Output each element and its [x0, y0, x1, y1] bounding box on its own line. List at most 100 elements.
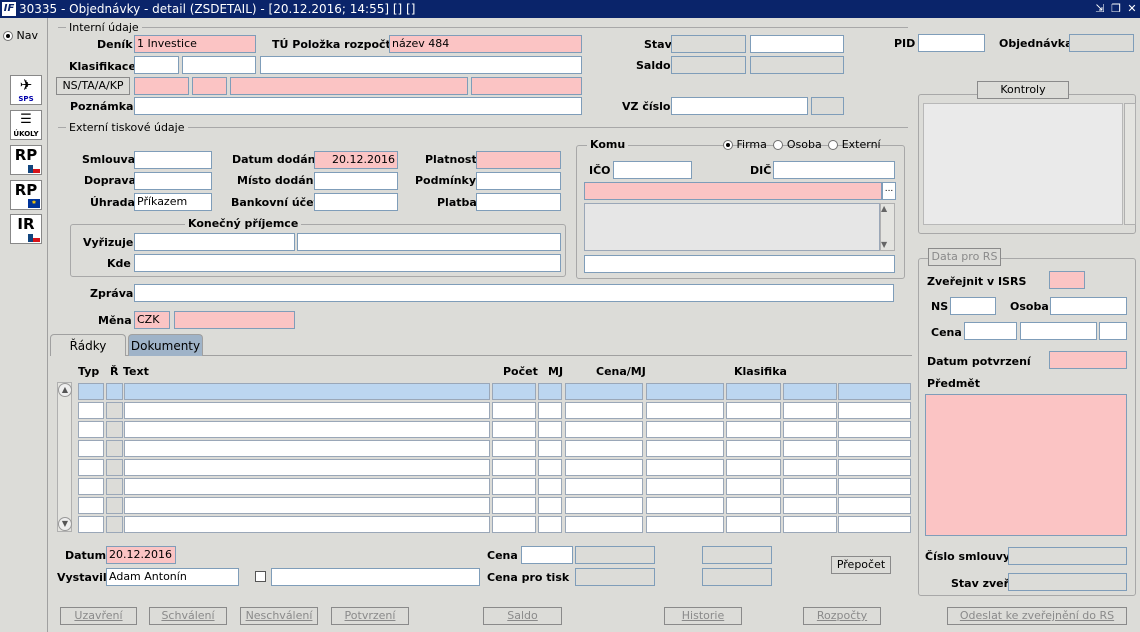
- table-row-cell[interactable]: [565, 402, 643, 419]
- adresa-textarea[interactable]: [584, 203, 880, 251]
- table-row-cell[interactable]: [646, 497, 724, 514]
- help-icon[interactable]: ⇲: [1093, 2, 1107, 16]
- klasifikace-field-2[interactable]: [182, 56, 256, 74]
- osoba-radio[interactable]: [773, 140, 784, 150]
- table-row-cell[interactable]: [124, 402, 490, 419]
- rs-cena-field-3[interactable]: [1099, 322, 1127, 340]
- table-row-cell[interactable]: [538, 478, 562, 495]
- table-row-selected-cell[interactable]: [726, 383, 781, 400]
- table-row-selected-cell[interactable]: [106, 383, 123, 400]
- smlouva-field[interactable]: [134, 151, 212, 169]
- firma-radio[interactable]: [723, 140, 733, 150]
- rozpocty-button[interactable]: Rozpočty: [803, 607, 881, 625]
- pid-field[interactable]: [918, 34, 985, 52]
- table-row-cell[interactable]: [726, 516, 781, 533]
- zverejnit-field[interactable]: [1049, 271, 1085, 289]
- stav-field-2[interactable]: [750, 35, 844, 53]
- mena-field[interactable]: CZK: [134, 311, 170, 329]
- table-row-cell[interactable]: [492, 497, 536, 514]
- table-row-cell[interactable]: [783, 478, 837, 495]
- saldo-button[interactable]: Saldo: [483, 607, 562, 625]
- rp-eu-flag-icon[interactable]: RP ✱: [10, 180, 42, 210]
- ukoly-checklist-icon[interactable]: ☰ ÚKOLY: [10, 110, 42, 140]
- table-row-cell[interactable]: [106, 516, 123, 533]
- table-row-cell[interactable]: [565, 516, 643, 533]
- table-row-cell[interactable]: [565, 440, 643, 457]
- table-row-cell[interactable]: [492, 459, 536, 476]
- close-icon[interactable]: ✕: [1125, 2, 1139, 16]
- table-row-cell[interactable]: [783, 402, 837, 419]
- poznamka-field[interactable]: [134, 97, 582, 115]
- table-row-cell[interactable]: [124, 516, 490, 533]
- table-row-cell[interactable]: [726, 459, 781, 476]
- table-row-cell[interactable]: [492, 440, 536, 457]
- vyrizuje-field-1[interactable]: [134, 233, 295, 251]
- table-row-cell[interactable]: [124, 478, 490, 495]
- table-row-cell[interactable]: [124, 459, 490, 476]
- table-row-cell[interactable]: [565, 478, 643, 495]
- table-row-cell[interactable]: [838, 516, 911, 533]
- table-row-cell[interactable]: [106, 497, 123, 514]
- table-row-cell[interactable]: [538, 497, 562, 514]
- sps-plane-icon[interactable]: ✈ SPS: [10, 75, 42, 105]
- datum-field[interactable]: 20.12.2016: [106, 546, 176, 564]
- table-row-cell[interactable]: [78, 440, 104, 457]
- table-row-cell[interactable]: [646, 440, 724, 457]
- table-row-cell[interactable]: [78, 402, 104, 419]
- nav-toggle[interactable]: Nav: [3, 29, 38, 42]
- table-scrollbar[interactable]: [57, 382, 72, 532]
- table-row-cell[interactable]: [538, 440, 562, 457]
- vystavil-checkbox[interactable]: [255, 571, 266, 582]
- kontroly-scrollbar[interactable]: [1124, 103, 1136, 225]
- uhrada-field[interactable]: Příkazem: [134, 193, 212, 211]
- table-row-cell[interactable]: [646, 402, 724, 419]
- kontroly-button[interactable]: Kontroly: [977, 81, 1069, 99]
- tab-radky[interactable]: Řádky: [50, 334, 126, 356]
- table-row-cell[interactable]: [492, 516, 536, 533]
- vystavil-field[interactable]: Adam Antonín: [106, 568, 239, 586]
- table-row-cell[interactable]: [538, 516, 562, 533]
- table-row-cell[interactable]: [492, 478, 536, 495]
- table-row-cell[interactable]: [565, 497, 643, 514]
- ta-field[interactable]: [192, 77, 227, 95]
- table-row-cell[interactable]: [78, 516, 104, 533]
- table-row-cell[interactable]: [646, 478, 724, 495]
- tab-dokumenty[interactable]: Dokumenty: [128, 334, 203, 356]
- table-row-cell[interactable]: [783, 459, 837, 476]
- misto-dodani-field[interactable]: [314, 172, 398, 190]
- vyrizuje-field-2[interactable]: [297, 233, 561, 251]
- schvaleni-button[interactable]: Schválení: [149, 607, 227, 625]
- table-row-cell[interactable]: [783, 516, 837, 533]
- rs-cena-field-2[interactable]: [1020, 322, 1097, 340]
- table-row-cell[interactable]: [124, 497, 490, 514]
- ns-ta-a-kp-button[interactable]: NS/TA/A/KP: [56, 77, 130, 95]
- table-row-selected-cell[interactable]: [124, 383, 490, 400]
- table-row-cell[interactable]: [646, 459, 724, 476]
- vystavil-extra-field[interactable]: [271, 568, 480, 586]
- table-row-cell[interactable]: [838, 459, 911, 476]
- table-row-cell[interactable]: [838, 421, 911, 438]
- table-row-cell[interactable]: [106, 478, 123, 495]
- kp-field[interactable]: [471, 77, 582, 95]
- bankovni-ucet-field[interactable]: [314, 193, 398, 211]
- uzavreni-button[interactable]: Uzavření: [60, 607, 137, 625]
- table-row-selected-cell[interactable]: [492, 383, 536, 400]
- table-row-cell[interactable]: [838, 402, 911, 419]
- klasifikace-field-1[interactable]: [134, 56, 179, 74]
- neschvaleni-button[interactable]: Neschválení: [240, 607, 318, 625]
- table-row-cell[interactable]: [565, 421, 643, 438]
- table-row-cell[interactable]: [78, 497, 104, 514]
- table-row-cell[interactable]: [538, 402, 562, 419]
- table-scroll-up-icon[interactable]: ▲: [58, 383, 72, 397]
- table-row-selected-cell[interactable]: [838, 383, 911, 400]
- prepocet-button[interactable]: Přepočet: [831, 556, 891, 574]
- scroll-down-icon[interactable]: ▼: [881, 240, 887, 249]
- table-row-cell[interactable]: [106, 459, 123, 476]
- table-row-cell[interactable]: [565, 459, 643, 476]
- restore-icon[interactable]: ❐: [1109, 2, 1123, 16]
- odeslat-rs-button[interactable]: Odeslat ke zveřejnění do RS: [947, 607, 1127, 625]
- potvrzeni-button[interactable]: Potvrzení: [331, 607, 409, 625]
- ico-field[interactable]: [613, 161, 692, 179]
- table-row-cell[interactable]: [538, 459, 562, 476]
- table-row-cell[interactable]: [492, 402, 536, 419]
